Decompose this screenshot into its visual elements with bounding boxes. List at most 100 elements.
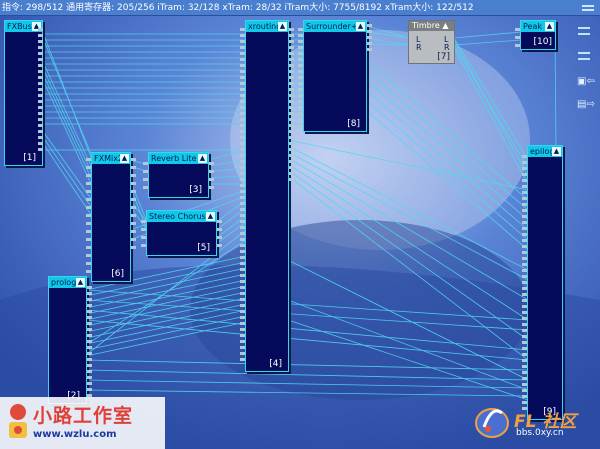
port-pin[interactable]	[522, 287, 527, 290]
port-pin[interactable]	[131, 222, 136, 225]
port-pin[interactable]	[86, 246, 91, 249]
port-pin[interactable]	[38, 142, 43, 145]
collapse-icon[interactable]: ▲	[442, 21, 448, 30]
port-pin[interactable]	[289, 28, 294, 31]
port-pin[interactable]	[298, 52, 303, 55]
port-pin[interactable]	[240, 232, 245, 235]
port-pin[interactable]	[240, 52, 245, 55]
port-pin[interactable]	[38, 58, 43, 61]
menu-icon[interactable]	[578, 27, 590, 35]
port-pin[interactable]	[87, 376, 92, 379]
port-pin[interactable]	[515, 44, 520, 47]
export-icon[interactable]: ▣⇦	[577, 77, 595, 87]
port-pin[interactable]	[131, 246, 136, 249]
port-pin[interactable]	[522, 257, 527, 260]
port-pin[interactable]	[87, 328, 92, 331]
stereo-chorus-block[interactable]: Stereo Chorus ▲ [5]	[146, 210, 217, 256]
port-pin[interactable]	[522, 221, 527, 224]
port-pin[interactable]	[289, 64, 294, 67]
port-pin[interactable]	[289, 46, 294, 49]
port-pin[interactable]	[240, 214, 245, 217]
port-pin[interactable]	[522, 383, 527, 386]
port-pin[interactable]	[240, 262, 245, 265]
port-pin[interactable]	[240, 316, 245, 319]
collapse-icon[interactable]: ▲	[206, 212, 215, 221]
timbre-block[interactable]: Timbre ▲ L R L R [7]	[408, 20, 455, 64]
collapse-icon[interactable]: ▲	[356, 22, 365, 31]
port-pin[interactable]	[522, 311, 527, 314]
port-pin[interactable]	[289, 172, 294, 175]
block-header[interactable]: FXMix2 ▲	[92, 153, 130, 164]
collapse-icon[interactable]: ▲	[545, 22, 554, 31]
port-pin[interactable]	[217, 244, 222, 247]
port-pin[interactable]	[289, 154, 294, 157]
port-pin[interactable]	[289, 118, 294, 121]
port-pin[interactable]	[522, 179, 527, 182]
port-pin[interactable]	[367, 48, 372, 51]
port-pin[interactable]	[86, 198, 91, 201]
port-pin[interactable]	[87, 322, 92, 325]
port-pin[interactable]	[240, 154, 245, 157]
port-pin[interactable]	[298, 76, 303, 79]
port-pin[interactable]	[240, 328, 245, 331]
port-pin[interactable]	[367, 30, 372, 33]
port-pin[interactable]	[143, 186, 148, 189]
port-pin[interactable]	[522, 323, 527, 326]
port-pin[interactable]	[240, 34, 245, 37]
port-pin[interactable]	[240, 70, 245, 73]
block-header[interactable]: Peak ▲	[521, 21, 555, 32]
port-pin[interactable]	[240, 100, 245, 103]
port-pin[interactable]	[240, 352, 245, 355]
port-pin[interactable]	[87, 310, 92, 313]
port-pin[interactable]	[522, 353, 527, 356]
port-pin[interactable]	[240, 136, 245, 139]
port-pin[interactable]	[217, 228, 222, 231]
port-pin[interactable]	[522, 293, 527, 296]
port-pin[interactable]	[298, 58, 303, 61]
collapse-icon[interactable]: ▲	[76, 278, 85, 287]
port-pin[interactable]	[240, 358, 245, 361]
port-pin[interactable]	[240, 310, 245, 313]
port-pin[interactable]	[298, 34, 303, 37]
port-pin[interactable]	[87, 340, 92, 343]
port-pin[interactable]	[87, 304, 92, 307]
port-pin[interactable]	[240, 346, 245, 349]
port-pin[interactable]	[298, 112, 303, 115]
port-pin[interactable]	[141, 220, 146, 223]
port-pin[interactable]	[522, 239, 527, 242]
port-pin[interactable]	[86, 270, 91, 273]
port-pin[interactable]	[289, 100, 294, 103]
port-pin[interactable]	[240, 160, 245, 163]
port-pin[interactable]	[522, 335, 527, 338]
port-pin[interactable]	[86, 254, 91, 257]
port-pin[interactable]	[87, 316, 92, 319]
xrouting-block[interactable]: xrouting ▲ [4]	[245, 20, 289, 372]
port-pin[interactable]	[87, 298, 92, 301]
port-pin[interactable]	[38, 82, 43, 85]
port-pin[interactable]	[86, 230, 91, 233]
port-pin[interactable]	[240, 256, 245, 259]
port-pin[interactable]	[522, 299, 527, 302]
port-pin[interactable]	[298, 46, 303, 49]
port-pin[interactable]	[38, 70, 43, 73]
port-pin[interactable]	[87, 364, 92, 367]
port-pin[interactable]	[522, 203, 527, 206]
port-pin[interactable]	[38, 100, 43, 103]
port-pin[interactable]	[240, 322, 245, 325]
port-pin[interactable]	[131, 166, 136, 169]
port-pin[interactable]	[522, 329, 527, 332]
block-header[interactable]: Surrounder+ ▲	[304, 21, 366, 32]
port-pin[interactable]	[86, 190, 91, 193]
port-pin[interactable]	[240, 82, 245, 85]
port-pin[interactable]	[522, 347, 527, 350]
port-pin[interactable]	[131, 190, 136, 193]
port-pin[interactable]	[240, 130, 245, 133]
port-pin[interactable]	[240, 334, 245, 337]
port-pin[interactable]	[240, 268, 245, 271]
block-header[interactable]: prolog ▲	[49, 277, 86, 288]
port-pin[interactable]	[289, 130, 294, 133]
port-pin[interactable]	[131, 238, 136, 241]
collapse-icon[interactable]: ▲	[120, 154, 129, 163]
block-header[interactable]: FXBus ▲	[5, 21, 42, 32]
port-pin[interactable]	[143, 170, 148, 173]
